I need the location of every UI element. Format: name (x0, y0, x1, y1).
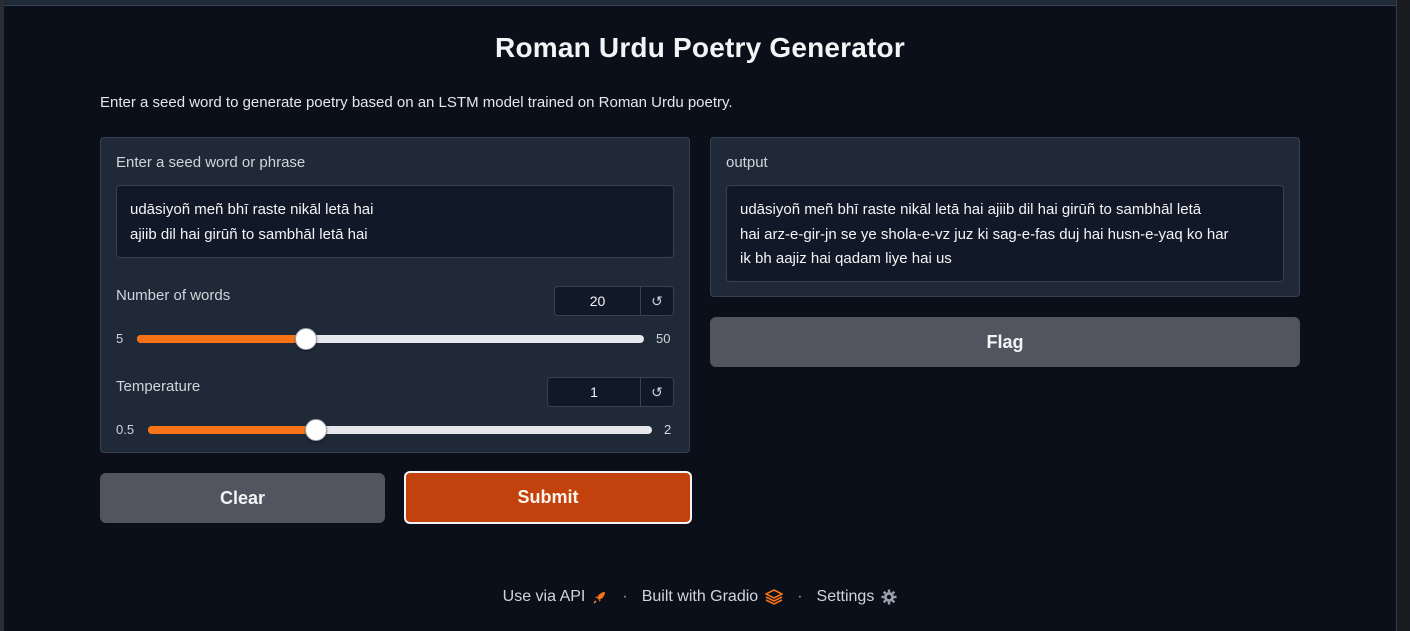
footer: Use via API · Built with Gradio · Settin… (4, 588, 1396, 606)
output-line: hai arz-e-gir-jn se ye shola-e-vz juz ki… (740, 225, 1229, 243)
temperature-reset-button[interactable]: ↺ (641, 378, 673, 406)
reset-icon: ↺ (651, 292, 663, 309)
words-slider-fill (137, 335, 306, 343)
gradio-app: Roman Urdu Poetry Generator Enter a seed… (4, 6, 1396, 631)
temperature-max-label: 2 (664, 422, 672, 437)
words-number-input[interactable]: 20 (555, 287, 641, 315)
settings-label: Settings (816, 588, 875, 605)
temperature-number-box: 1 ↺ (547, 377, 674, 407)
temperature-label: Temperature (116, 378, 201, 395)
words-slider-track[interactable] (137, 328, 644, 350)
rocket-icon (593, 592, 606, 604)
words-max-label: 50 (656, 331, 671, 346)
page-description: Enter a seed word to generate poetry bas… (100, 94, 733, 111)
seed-line: udāsiyoñ meñ bhī raste nikāl letā hai (130, 201, 374, 218)
gear-icon (881, 589, 897, 605)
output-line: udāsiyoñ meñ bhī raste nikāl letā hai aj… (740, 201, 1202, 218)
footer-separator: · (622, 588, 628, 605)
seed-textarea[interactable]: udāsiyoñ meñ bhī raste nikāl letā hai aj… (116, 185, 674, 258)
use-via-api-label: Use via API (502, 588, 586, 605)
reset-icon: ↺ (651, 383, 663, 400)
words-slider-thumb[interactable] (294, 328, 317, 350)
temperature-number-input[interactable]: 1 (548, 378, 641, 406)
flag-button[interactable]: Flag (710, 317, 1300, 367)
temperature-min-label: 0.5 (116, 422, 135, 437)
output-panel: output udāsiyoñ meñ bhī raste nikāl letā… (710, 137, 1300, 297)
temperature-slider-fill (148, 426, 316, 434)
footer-separator: · (797, 588, 803, 605)
temperature-slider-thumb[interactable] (304, 419, 327, 441)
seed-line: ajiib dil hai girūñ to sambhāl letā hai (130, 225, 368, 243)
output-textbox[interactable]: udāsiyoñ meñ bhī raste nikāl letā hai aj… (726, 185, 1284, 282)
words-label: Number of words (116, 287, 231, 304)
built-with-gradio-label: Built with Gradio (641, 588, 759, 605)
seed-label: Enter a seed word or phrase (116, 154, 306, 171)
input-panel: Enter a seed word or phrase udāsiyoñ meñ… (100, 137, 690, 453)
submit-button[interactable]: Submit (404, 471, 692, 524)
output-line: ik bh aajiz hai qadam liye hai us (740, 250, 952, 267)
temperature-slider-track[interactable] (148, 419, 652, 441)
temperature-slider-row: 0.5 2 (116, 419, 676, 441)
page-title: Roman Urdu Poetry Generator (495, 32, 905, 63)
window-scrollbar[interactable] (1396, 0, 1410, 631)
use-via-api-link[interactable]: Use via API (503, 588, 609, 606)
built-with-gradio-link[interactable]: Built with Gradio (642, 588, 784, 606)
output-label: output (726, 154, 768, 171)
words-min-label: 5 (116, 331, 124, 346)
words-reset-button[interactable]: ↺ (641, 287, 673, 315)
clear-button[interactable]: Clear (100, 473, 385, 523)
gradio-logo-icon (765, 589, 784, 605)
words-number-box: 20 ↺ (554, 286, 674, 316)
words-slider-row: 5 50 (116, 328, 676, 350)
settings-link[interactable]: Settings (817, 588, 898, 606)
